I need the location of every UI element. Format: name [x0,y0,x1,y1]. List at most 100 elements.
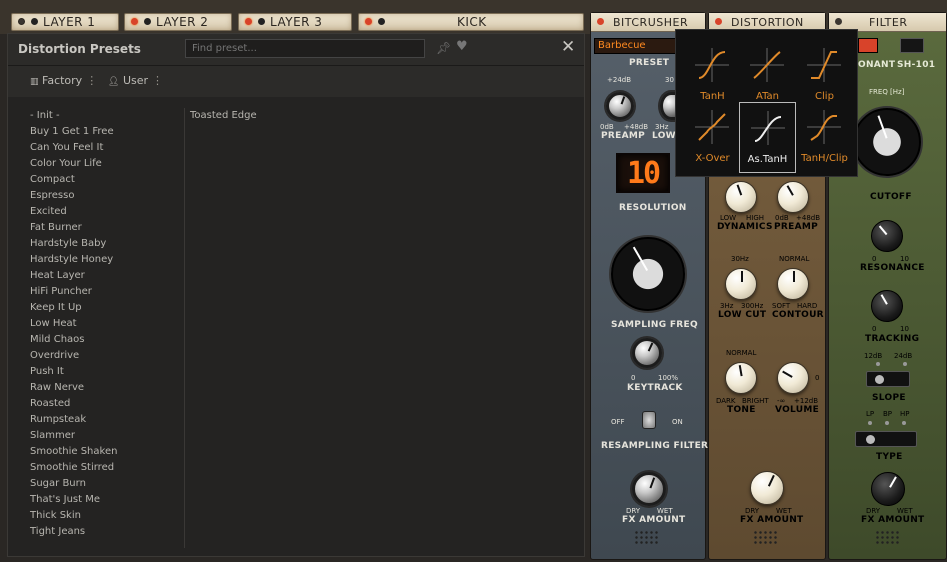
low-cut-label: LOW CUT [718,310,767,320]
factory-menu-icon[interactable]: ⋮ [86,74,97,87]
shape-option[interactable]: TanH/Clip [796,102,853,173]
layer-2-power-led[interactable] [131,18,138,25]
user-menu-icon[interactable]: ⋮ [152,74,163,87]
preset-list-item[interactable]: Buy 1 Get 1 Free [8,124,184,140]
preset-list-item[interactable]: Hardstyle Baby [8,236,184,252]
contour-knob[interactable] [777,268,809,300]
contour-label: CONTOUR [772,310,824,320]
preset-list-item[interactable]: Excited [8,204,184,220]
preset-list-item[interactable]: Smoothie Shaken [8,444,184,460]
user-bank-button[interactable]: 👤︎ User ⋮ [108,74,163,87]
heart-icon[interactable]: ♥ [456,39,468,54]
tab-layer-1[interactable]: LAYER 1 [11,13,119,31]
preset-list-item[interactable]: Sugar Burn [8,476,184,492]
preset-list-item[interactable]: Compact [8,172,184,188]
preset-list-item[interactable]: Color Your Life [8,156,184,172]
dist-fx-amount-label: FX AMOUNT [740,515,804,525]
res-lo: 0 [872,255,877,263]
preset-list-item[interactable]: Can You Feel It [8,140,184,156]
layer-3-power-led[interactable] [245,18,252,25]
shape-option-label: ATan [756,91,779,102]
distortion-power-led[interactable] [715,18,722,25]
layer-1-power-led[interactable] [18,18,25,25]
bc-preamp-knob[interactable] [606,92,634,120]
dist-preamp-knob[interactable] [777,181,809,213]
preset-list-item[interactable]: - Init - [8,108,184,124]
bc-fx-dry: DRY [626,507,641,515]
preset-list-item[interactable]: Raw Nerve [8,380,184,396]
factory-bank-button[interactable]: ▥ Factory ⋮ [30,74,97,87]
kick-solo-dot[interactable] [378,18,385,25]
kick-power-led[interactable] [365,18,372,25]
preset-list-item[interactable]: Thick Skin [8,508,184,524]
shape-option[interactable]: TanH [684,40,741,111]
preset-list-item[interactable]: Roasted [8,396,184,412]
presets-header: Distortion Presets 📌︎ ♥ ✕ [8,34,584,65]
layer-3-solo-dot[interactable] [258,18,265,25]
curve-icon [695,110,729,144]
slope-switch[interactable] [866,371,910,387]
keytrack-knob[interactable] [632,338,662,368]
volume-hi: +12dB [794,397,819,405]
shape-option[interactable]: X-Over [684,102,741,173]
dynamics-knob[interactable] [725,181,757,213]
resolution-display[interactable]: 10 [616,153,670,193]
preset-list-item[interactable]: Slammer [8,428,184,444]
preset-list-item[interactable]: HiFi Puncher [8,284,184,300]
cutoff-label: CUTOFF [870,192,912,202]
preset-list-item[interactable]: Keep It Up [8,300,184,316]
cutoff-knob[interactable] [853,108,921,176]
preset-list-item[interactable]: Smoothie Stirred [8,460,184,476]
bc-fx-amount-knob[interactable] [632,472,666,506]
low-cut-knob[interactable] [725,268,757,300]
tab-layer-3[interactable]: LAYER 3 [238,13,352,31]
preset-list-item[interactable]: Mild Chaos [8,332,184,348]
preset-list-item[interactable]: Espresso [8,188,184,204]
preset-list-item[interactable]: That's Just Me [8,492,184,508]
type-led-bp [885,421,889,425]
sh101-label: SH-101 [897,60,936,70]
preset-list-item[interactable]: Fat Burner [8,220,184,236]
filter-type-switch[interactable] [855,431,917,447]
library-icon: ▥ [30,77,39,87]
shape-option[interactable]: ATan [739,40,796,111]
sampling-freq-knob[interactable] [611,237,685,311]
pin-icon[interactable]: 📌︎ [436,41,451,55]
preset-list-item[interactable]: Tight Jeans [8,524,184,540]
type-label: TYPE [876,452,903,462]
close-icon[interactable]: ✕ [561,37,575,57]
bitcrusher-preset-field[interactable]: Barbecue [594,38,676,54]
dist-fx-amount-knob[interactable] [750,471,784,505]
find-preset-input[interactable] [185,39,425,58]
slope-12db: 12dB [864,352,883,360]
shape-option[interactable]: As.TanH [739,102,796,173]
preset-list-item[interactable]: Low Heat [8,316,184,332]
resampling-filter-toggle[interactable] [642,411,656,429]
selected-preset-item[interactable]: Toasted Edge [190,108,257,124]
sh101-mode-button[interactable] [900,38,924,53]
volume-knob[interactable] [777,362,809,394]
bitcrusher-title: BITCRUSHER [613,16,689,29]
filter-power-led[interactable] [835,18,842,25]
preset-list-item[interactable]: Hardstyle Honey [8,252,184,268]
tab-layer-2[interactable]: LAYER 2 [124,13,232,31]
preset-list-item[interactable]: Rumpsteak [8,412,184,428]
dist-pre-hi: +48dB [796,214,821,222]
layer-2-solo-dot[interactable] [144,18,151,25]
shape-option-label: TanH/Clip [801,153,848,164]
resonant-mode-button[interactable] [858,38,878,53]
shape-option-label: As.TanH [747,154,788,165]
shape-option[interactable]: Clip [796,40,853,111]
preset-list-item[interactable]: Push It [8,364,184,380]
layer-1-solo-dot[interactable] [31,18,38,25]
preset-list-item[interactable]: Heat Layer [8,268,184,284]
filter-fx-amount-knob[interactable] [871,472,905,506]
tracking-knob[interactable] [871,290,903,322]
volume-zero: 0 [815,374,820,382]
slope-label: SLOPE [872,393,906,403]
preset-list-item[interactable]: Overdrive [8,348,184,364]
resonance-knob[interactable] [871,220,903,252]
bitcrusher-power-led[interactable] [597,18,604,25]
tab-kick[interactable]: KICK [358,13,584,31]
tone-knob[interactable] [725,362,757,394]
